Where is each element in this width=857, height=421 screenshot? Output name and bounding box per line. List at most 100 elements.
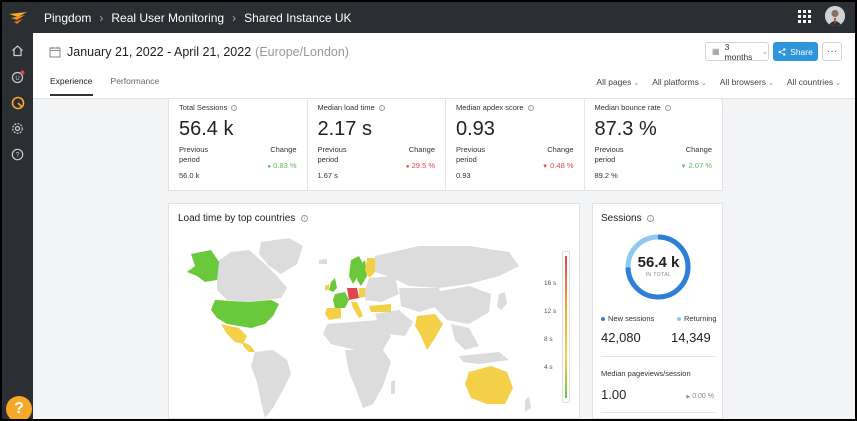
map-country-spain[interactable]	[325, 308, 341, 320]
solarwinds-logo-icon[interactable]	[2, 2, 33, 33]
map-country-alaska[interactable]	[187, 250, 219, 282]
more-icon: ···	[827, 46, 837, 57]
metric-value: 56.4 k	[179, 118, 234, 140]
period-select[interactable]: ▦ 3 months ⌄	[705, 41, 769, 62]
metric-previous-value: 56.0 k	[179, 171, 200, 180]
chevron-down-icon: ⌄	[762, 48, 768, 56]
map-country-mexico[interactable]	[221, 324, 247, 344]
metric-title: Median bounce rate	[594, 103, 661, 112]
svg-text:?: ?	[16, 152, 20, 159]
metric-change-label: Change	[685, 145, 712, 154]
info-icon[interactable]: i	[527, 105, 534, 112]
map-country-south-america[interactable]	[251, 350, 291, 418]
map-country-turkey[interactable]	[369, 304, 391, 312]
avatar[interactable]	[825, 6, 845, 26]
metric-change-label: Change	[270, 145, 297, 154]
map-country-eastern-europe[interactable]	[365, 276, 399, 302]
info-icon[interactable]: i	[378, 105, 385, 112]
breadcrumb-item-rum[interactable]: Real User Monitoring	[111, 11, 224, 25]
info-icon[interactable]: i	[647, 214, 655, 222]
share-button[interactable]: Share	[773, 42, 818, 61]
filter-pages[interactable]: All pages	[596, 77, 639, 87]
metric-median-apdex: Median apdex score i 0.93 Previous perio…	[446, 99, 585, 190]
breadcrumb: Pingdom › Real User Monitoring › Shared …	[44, 11, 352, 25]
top-bar: Pingdom › Real User Monitoring › Shared …	[2, 2, 855, 33]
help-circle-icon[interactable]: ?	[10, 147, 25, 162]
map-country-ireland[interactable]	[325, 284, 329, 290]
filter-browsers[interactable]: All browsers	[720, 77, 774, 87]
sessions-card: Sessions i 56.4 k IN TOTAL New sessions …	[592, 203, 723, 419]
tab-experience[interactable]: Experience	[50, 76, 93, 96]
map-country-usa[interactable]	[211, 300, 279, 328]
period-label: 3 months	[724, 41, 753, 62]
info-icon[interactable]: i	[301, 214, 309, 222]
metric-previous-value: 1.67 s	[317, 171, 338, 180]
map-country-japan[interactable]	[497, 292, 507, 310]
map-country-new-zealand[interactable]	[525, 396, 531, 412]
new-sessions-dot-icon	[601, 317, 605, 322]
info-icon[interactable]: i	[664, 105, 671, 112]
arrow-down-icon: ▼	[542, 164, 549, 170]
divider	[601, 412, 716, 413]
apps-grid-icon[interactable]	[798, 9, 811, 23]
map-country-russia[interactable]	[375, 246, 519, 288]
metric-change: ● 29.5 %	[405, 161, 435, 170]
sessions-title: Sessions	[601, 213, 642, 224]
returning-label: Returning	[684, 314, 717, 323]
sessions-total: 56.4 k	[637, 254, 680, 271]
divider	[601, 356, 716, 357]
share-icon	[778, 47, 786, 56]
more-options-button[interactable]: ···	[822, 42, 842, 61]
gear-icon[interactable]	[10, 121, 25, 136]
filter-platforms[interactable]: All platforms	[652, 77, 707, 87]
map-country-uk[interactable]	[329, 278, 337, 292]
map-country-australia[interactable]	[465, 366, 513, 404]
legend-tick: 16 s	[544, 280, 557, 287]
metric-median-load-time: Median load time i 2.17 s Previous perio…	[308, 99, 446, 190]
metric-title: Median apdex score	[456, 103, 524, 112]
world-map[interactable]	[169, 232, 539, 419]
new-sessions-label: New sessions	[608, 314, 655, 323]
map-country-central-africa[interactable]	[345, 350, 391, 408]
metric-previous-label: Previous period	[179, 145, 209, 164]
breadcrumb-item-instance[interactable]: Shared Instance UK	[244, 11, 351, 25]
metric-previous-label: Previous period	[594, 145, 624, 164]
map-country-germany[interactable]	[347, 288, 359, 300]
arrow-up-icon: ●	[267, 164, 272, 170]
metric-change-label: Change	[547, 145, 574, 154]
date-range-picker[interactable]: January 21, 2022 - April 21, 2022 (Europ…	[49, 45, 349, 59]
legend-tick: 12 s	[544, 308, 557, 315]
rum-icon[interactable]	[10, 95, 25, 110]
chevron-right-icon: ›	[232, 10, 237, 25]
home-icon[interactable]	[10, 43, 25, 58]
breadcrumb-item-pingdom[interactable]: Pingdom	[44, 11, 91, 25]
metric-title: Median load time	[317, 103, 375, 112]
map-country-southeast-asia[interactable]	[451, 324, 479, 350]
chevron-right-icon: ›	[99, 10, 104, 25]
metric-title: Total Sessions	[179, 103, 228, 112]
map-country-india[interactable]	[415, 314, 443, 350]
page-header: January 21, 2022 - April 21, 2022 (Europ…	[33, 33, 855, 99]
map-country-china[interactable]	[435, 286, 491, 324]
map-country-central-america[interactable]	[243, 342, 255, 352]
map-country-madagascar[interactable]	[391, 380, 395, 394]
sidebar: U ? ?	[2, 33, 33, 419]
filter-bar: All pages All platforms All browsers All…	[596, 77, 841, 87]
returning-value: 14,349	[671, 330, 711, 345]
timezone-text: (Europe/London)	[255, 45, 349, 59]
map-country-france[interactable]	[333, 292, 349, 308]
calendar-icon	[49, 46, 61, 58]
map-country-iceland[interactable]	[319, 259, 327, 264]
legend-tick: 8 s	[544, 336, 553, 343]
map-country-italy[interactable]	[351, 302, 363, 318]
map-country-north-africa[interactable]	[323, 320, 391, 350]
tab-performance[interactable]: Performance	[111, 76, 160, 96]
map-country-indonesia[interactable]	[459, 352, 509, 364]
map-legend-scale	[562, 251, 570, 403]
help-chat-icon[interactable]: ?	[6, 396, 32, 419]
filter-countries[interactable]: All countries	[787, 77, 841, 87]
returning-dot-icon	[677, 317, 681, 322]
info-icon[interactable]: i	[231, 105, 238, 112]
metric-previous-value: 89.2 %	[594, 171, 618, 180]
uptime-alert-icon[interactable]: U	[10, 69, 25, 84]
